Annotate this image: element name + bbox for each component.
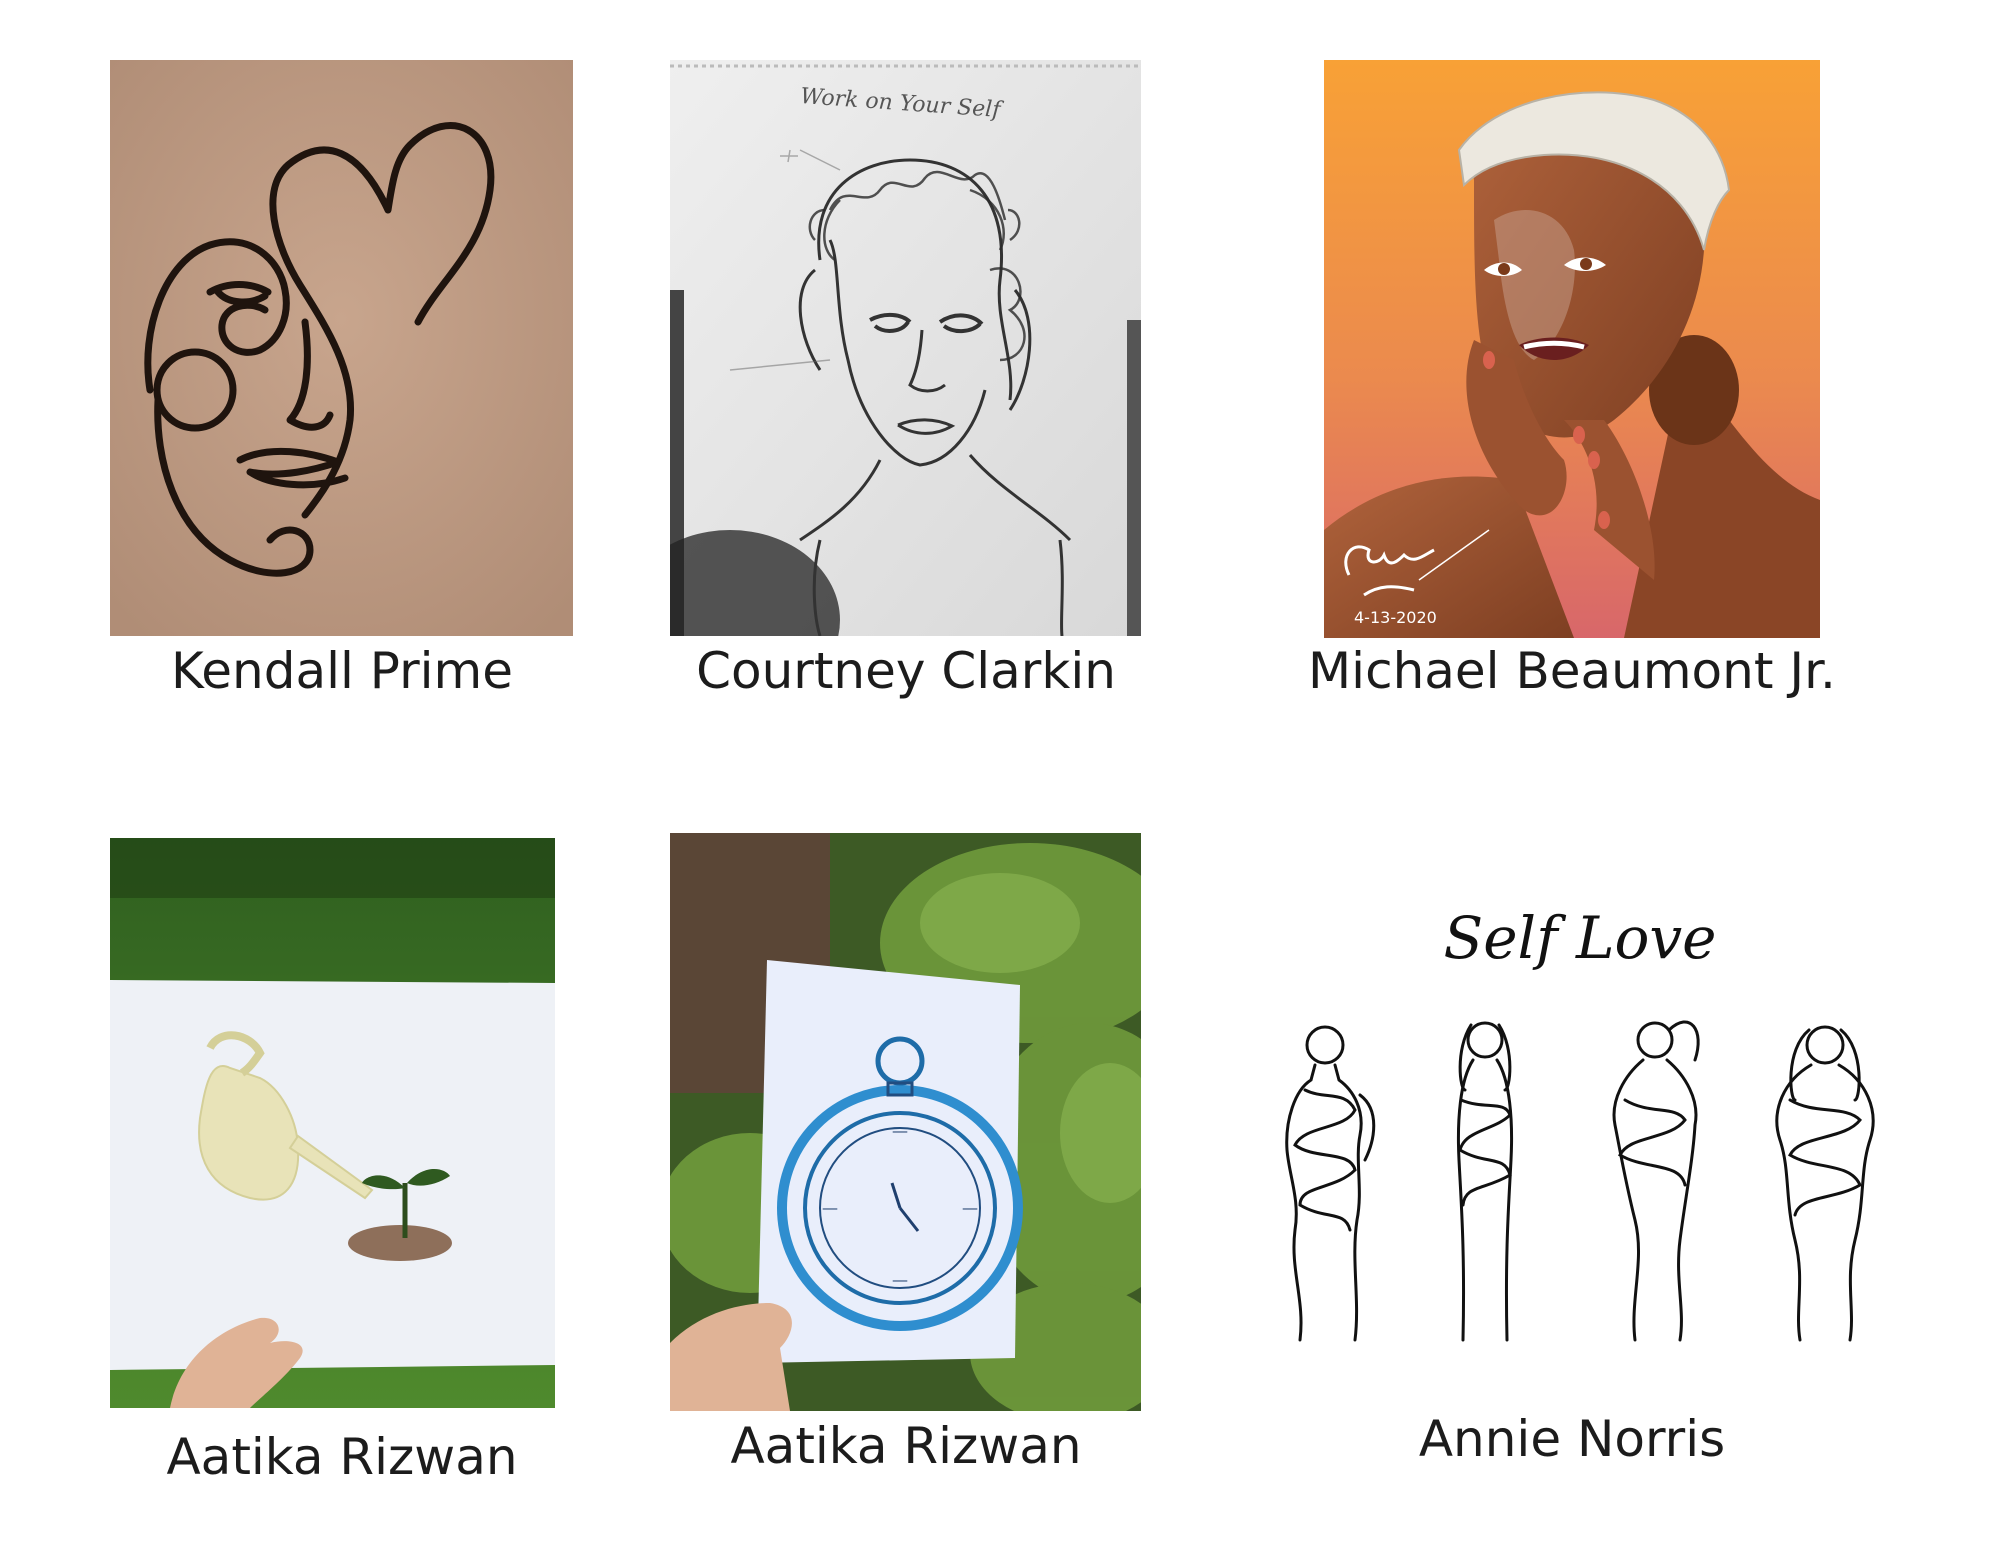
- svg-text:—: —: [962, 1198, 978, 1217]
- artwork-title-lettering: Self Love: [1443, 904, 1716, 972]
- artist-name-caption: Michael Beaumont Jr.: [1308, 642, 1836, 700]
- svg-text:—: —: [892, 1121, 908, 1140]
- line-face-heart-drawing: [110, 60, 573, 636]
- artwork-kendall-prime: [110, 60, 573, 636]
- artwork-courtney-clarkin: Work on Your Self: [670, 60, 1141, 636]
- svg-text:—: —: [892, 1270, 908, 1289]
- signature-date: 4-13-2020: [1354, 608, 1437, 627]
- pocket-watch-photo: — — — —: [670, 833, 1141, 1411]
- artist-name-caption: Aatika Rizwan: [730, 1417, 1082, 1475]
- artist-name-caption: Annie Norris: [1418, 1410, 1726, 1468]
- self-love-line-figures: Self Love: [1255, 900, 1905, 1370]
- artwork-annie-norris: Self Love: [1255, 900, 1905, 1370]
- svg-text:—: —: [822, 1198, 838, 1217]
- artwork-michael-beaumont: 4-13-2020: [1324, 60, 1820, 638]
- artist-name-caption: Courtney Clarkin: [696, 642, 1116, 700]
- watering-can-sprout-photo: [110, 838, 555, 1408]
- digital-portrait: 4-13-2020: [1324, 60, 1820, 638]
- pencil-portrait-sketch: Work on Your Self: [670, 60, 1141, 636]
- artwork-aatika-rizwan-watch: — — — —: [670, 833, 1141, 1411]
- artwork-aatika-rizwan-sprout: [110, 838, 555, 1408]
